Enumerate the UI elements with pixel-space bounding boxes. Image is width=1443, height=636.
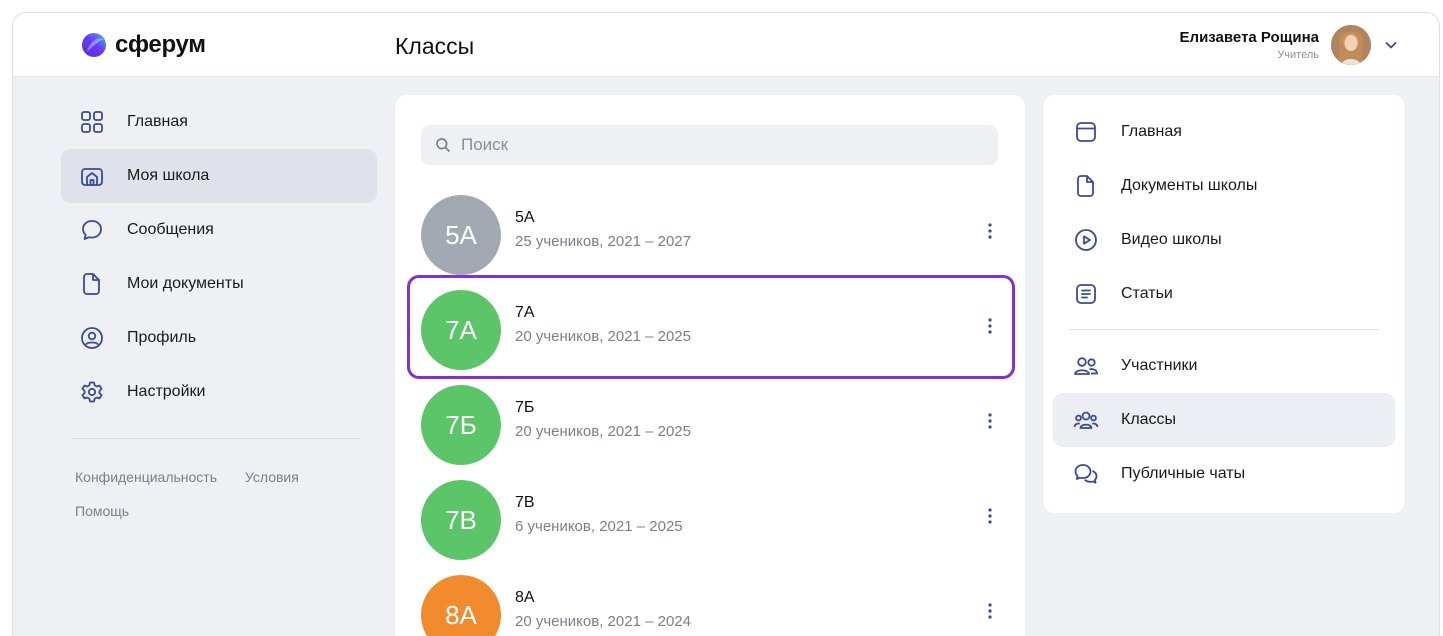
nav-item-label: Сообщения: [127, 221, 214, 238]
section-school-documents[interactable]: Документы школы: [1053, 159, 1395, 213]
nav-item-main[interactable]: Главная: [61, 95, 377, 149]
search-placeholder: Поиск: [461, 135, 509, 154]
section-public-chats[interactable]: Публичные чаты: [1053, 447, 1395, 501]
group-icon: [1073, 407, 1099, 433]
grid-icon: [79, 109, 105, 135]
class-name: 5А: [515, 209, 535, 226]
user-role: Учитель: [1277, 49, 1319, 61]
more-options-icon[interactable]: [981, 599, 999, 623]
footer-links: Конфиденциальность Условия Помощь: [75, 460, 323, 528]
top-bar: сферум Классы Елизавета Рощина Учитель: [13, 13, 1439, 77]
section-members[interactable]: Участники: [1053, 339, 1395, 393]
class-name: 7В: [515, 494, 535, 511]
nav-item-my-school[interactable]: Моя школа: [61, 149, 377, 203]
gear-icon: [79, 379, 105, 405]
nav-item-label: Профиль: [127, 329, 197, 346]
nav-item-my-documents[interactable]: Мои документы: [61, 257, 377, 311]
nav-divider: [73, 438, 361, 439]
section-label: Публичные чаты: [1121, 465, 1246, 482]
nav-item-profile[interactable]: Профиль: [61, 311, 377, 365]
class-avatar: 5А: [421, 195, 501, 275]
section-label: Участники: [1121, 357, 1198, 374]
more-options-icon[interactable]: [981, 504, 999, 528]
profile-icon: [79, 325, 105, 351]
search-icon: [436, 138, 450, 152]
school-icon: [79, 163, 105, 189]
class-name: 8А: [515, 589, 535, 606]
window-icon: [1073, 119, 1099, 145]
user-info: Елизавета Рощина Учитель: [1180, 28, 1319, 62]
section-label: Документы школы: [1121, 177, 1258, 194]
class-row[interactable]: 5А 5А 25 учеников, 2021 – 2027: [421, 187, 1009, 277]
more-options-icon[interactable]: [981, 409, 999, 433]
logo[interactable]: сферум: [81, 31, 206, 59]
play-icon: [1073, 227, 1099, 253]
section-main[interactable]: Главная: [1053, 105, 1395, 159]
search-input[interactable]: Поиск: [421, 125, 998, 165]
chevron-down-icon[interactable]: [1383, 37, 1399, 53]
class-meta: 20 учеников, 2021 – 2025: [515, 423, 691, 440]
section-label: Классы: [1121, 411, 1177, 428]
sections-divider: [1069, 329, 1379, 330]
sferum-logo-icon: [82, 33, 106, 57]
nav-item-label: Мои документы: [127, 275, 244, 292]
class-meta: 6 учеников, 2021 – 2025: [515, 518, 683, 535]
class-avatar: 7А: [421, 290, 501, 370]
document-icon: [79, 271, 105, 297]
school-sections-panel: Главная Документы школы Видео школы Стат…: [1043, 95, 1405, 513]
class-row[interactable]: 7В 7В 6 учеников, 2021 – 2025: [421, 472, 1009, 562]
user-name: Елизавета Рощина: [1179, 29, 1319, 46]
nav-item-settings[interactable]: Настройки: [61, 365, 377, 419]
help-link[interactable]: Помощь: [75, 503, 129, 519]
more-options-icon[interactable]: [981, 219, 999, 243]
class-avatar: 7Б: [421, 385, 501, 465]
section-label: Статьи: [1121, 285, 1173, 302]
terms-link[interactable]: Условия: [245, 469, 299, 485]
nav-item-label: Настройки: [127, 383, 206, 400]
section-school-video[interactable]: Видео школы: [1053, 213, 1395, 267]
class-name: 7Б: [515, 399, 535, 416]
document-icon: [1073, 173, 1099, 199]
chats-icon: [1073, 461, 1099, 487]
article-icon: [1073, 281, 1099, 307]
avatar[interactable]: [1331, 25, 1371, 65]
page-title: Классы: [395, 33, 475, 59]
class-avatar: 7В: [421, 480, 501, 560]
chat-bubble-icon: [79, 217, 105, 243]
section-classes[interactable]: Классы: [1053, 393, 1395, 447]
class-avatar: 8А: [421, 575, 501, 636]
class-name: 7А: [515, 304, 535, 321]
class-meta: 20 учеников, 2021 – 2025: [515, 328, 691, 345]
app-window: сферум Классы Елизавета Рощина Учитель Г…: [12, 12, 1440, 636]
logo-text: сферум: [115, 31, 206, 58]
class-row[interactable]: 7Б 7Б 20 учеников, 2021 – 2025: [421, 377, 1009, 467]
users-icon: [1073, 353, 1099, 379]
class-row[interactable]: 7А 7А 20 учеников, 2021 – 2025: [407, 275, 1015, 379]
left-navigation: Главная Моя школа Сообщения Мои документ…: [61, 95, 377, 419]
nav-item-label: Главная: [127, 113, 188, 130]
section-label: Главная: [1121, 123, 1182, 140]
nav-item-messages[interactable]: Сообщения: [61, 203, 377, 257]
section-label: Видео школы: [1121, 231, 1222, 248]
privacy-link[interactable]: Конфиденциальность: [75, 469, 217, 485]
user-menu[interactable]: Елизавета Рощина Учитель: [1180, 25, 1399, 65]
class-row[interactable]: 8А 8А 20 учеников, 2021 – 2024: [421, 567, 1009, 636]
section-articles[interactable]: Статьи: [1053, 267, 1395, 321]
class-meta: 20 учеников, 2021 – 2024: [515, 613, 691, 630]
class-meta: 25 учеников, 2021 – 2027: [515, 233, 691, 250]
more-options-icon[interactable]: [981, 314, 999, 338]
nav-item-label: Моя школа: [127, 167, 210, 184]
classes-panel: Поиск 5А 5А 25 учеников, 2021 – 2027 7А …: [395, 95, 1025, 636]
